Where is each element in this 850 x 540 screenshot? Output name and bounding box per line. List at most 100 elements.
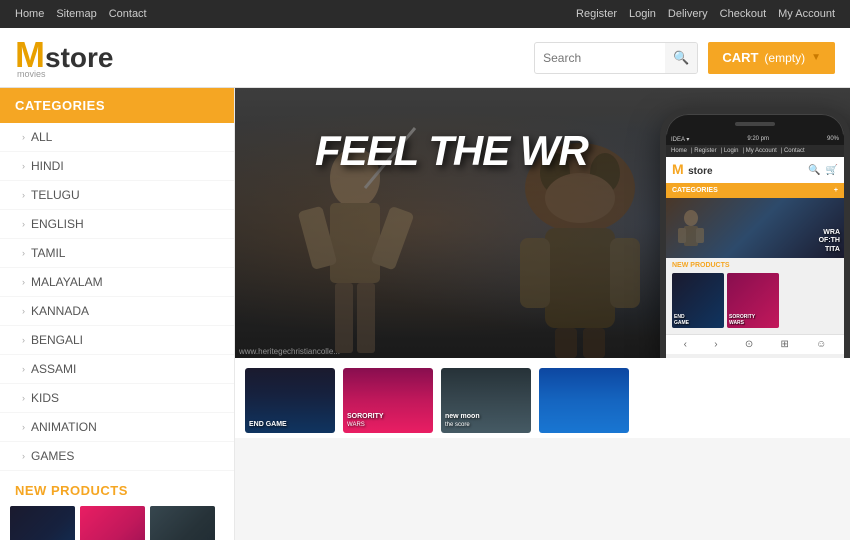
phone-time: 9:20 pm: [747, 136, 769, 143]
phone-categories-bar: CATEGORIES +: [666, 183, 844, 198]
phone-new-products-label: NEW PRODUCTS: [666, 258, 844, 273]
category-english[interactable]: › ENGLISH: [0, 210, 234, 239]
product-thumb-1[interactable]: ENDGAME: [10, 506, 75, 540]
nav-sitemap[interactable]: Sitemap: [56, 8, 96, 20]
phone-header: M store 🔍 🛒: [666, 157, 844, 183]
category-label: TELUGU: [31, 188, 80, 202]
phone-bottom-nav: ‹ › ⊙ ⊞ ☺: [666, 334, 844, 354]
chevron-right-icon: ›: [22, 306, 25, 316]
phone-grid-icon[interactable]: ⊞: [780, 339, 788, 350]
phone-nav-myaccount: | My Account: [743, 148, 777, 154]
phone-carrier: IDEA ▾: [671, 136, 689, 143]
category-bengali[interactable]: › BENGALI: [0, 326, 234, 355]
top-nav-right: Register Login Delivery Checkout My Acco…: [576, 8, 835, 20]
phone-search-icon[interactable]: 🔍: [808, 165, 820, 176]
nav-delivery[interactable]: Delivery: [668, 8, 708, 20]
category-malayalam[interactable]: › MALAYALAM: [0, 268, 234, 297]
chevron-right-icon: ›: [22, 422, 25, 432]
category-animation[interactable]: › ANIMATION: [0, 413, 234, 442]
movie-poster-row: END GAME SORORITY WARS new moon the scor…: [245, 368, 840, 433]
nav-checkout[interactable]: Checkout: [720, 8, 766, 20]
phone-header-icons: 🔍 🛒: [808, 165, 838, 176]
chevron-right-icon: ›: [22, 248, 25, 258]
phone-logo-store: store: [688, 166, 712, 177]
category-label: KANNADA: [31, 304, 89, 318]
phone-logo: M store: [672, 161, 713, 179]
phone-categories-label: CATEGORIES: [672, 187, 718, 194]
phone-product-text-2: SORORITYWARS: [729, 315, 755, 326]
product-thumbnails: ENDGAME SORORITYWARS newmoon: [0, 506, 234, 540]
phone-battery: 90%: [827, 136, 839, 143]
chevron-right-icon: ›: [22, 451, 25, 461]
chevron-right-icon: ›: [22, 190, 25, 200]
phone-nav-contact: | Contact: [781, 148, 805, 154]
phone-product-2[interactable]: SORORITYWARS: [727, 273, 779, 328]
movie-title-3: new moon the score: [445, 413, 527, 429]
category-label: ASSAMI: [31, 362, 76, 376]
logo-subtitle: movies: [17, 69, 113, 79]
phone-user-icon[interactable]: ☺: [816, 339, 826, 350]
category-assami[interactable]: › ASSAMI: [0, 355, 234, 384]
category-label: KIDS: [31, 391, 59, 405]
chevron-right-icon: ›: [22, 161, 25, 171]
category-games[interactable]: › GAMES: [0, 442, 234, 471]
cart-button[interactable]: CART (empty) ▼: [708, 42, 835, 74]
category-all[interactable]: › ALL: [0, 123, 234, 152]
header-controls: 🔍 CART (empty) ▼: [534, 42, 835, 74]
category-label: HINDI: [31, 159, 64, 173]
phone-product-row: ENDGAME SORORITYWARS: [666, 273, 844, 328]
search-box[interactable]: 🔍: [534, 42, 698, 74]
nav-login[interactable]: Login: [629, 8, 656, 20]
site-header: M store movies 🔍 CART (empty) ▼: [0, 28, 850, 88]
categories-header: CATEGORIES: [0, 88, 234, 123]
category-telugu[interactable]: › TELUGU: [0, 181, 234, 210]
nav-home[interactable]: Home: [15, 8, 44, 20]
cart-status: (empty): [764, 51, 805, 65]
search-button[interactable]: 🔍: [665, 43, 697, 73]
phone-next-icon[interactable]: ›: [714, 339, 717, 350]
category-label: MALAYALAM: [31, 275, 103, 289]
category-tamil[interactable]: › TAMIL: [0, 239, 234, 268]
movie-poster-3[interactable]: new moon the score: [441, 368, 531, 433]
category-kannada[interactable]: › KANNADA: [0, 297, 234, 326]
cart-dropdown-arrow: ▼: [811, 52, 821, 63]
product-thumb-2[interactable]: SORORITYWARS: [80, 506, 145, 540]
movie-title-2: SORORITY WARS: [347, 413, 429, 429]
nav-register[interactable]: Register: [576, 8, 617, 20]
phone-prev-icon[interactable]: ‹: [684, 339, 687, 350]
movie-poster-1[interactable]: END GAME: [245, 368, 335, 433]
main-content: CATEGORIES › ALL › HINDI › TELUGU › ENGL…: [0, 88, 850, 540]
bottom-products: END GAME SORORITY WARS new moon the scor…: [235, 358, 850, 438]
phone-cart-icon[interactable]: 🛒: [826, 165, 838, 176]
product-thumb-3[interactable]: newmoon: [150, 506, 215, 540]
search-input[interactable]: [535, 51, 665, 65]
movie-poster-4[interactable]: [539, 368, 629, 433]
chevron-right-icon: ›: [22, 393, 25, 403]
hero-banner: FEEL THE WR WRA OF·TH TITA www.heritegec…: [235, 88, 850, 358]
phone-nav: Home | Register | Login | My Account | C…: [666, 145, 844, 157]
top-nav-left: Home Sitemap Contact: [15, 8, 147, 20]
phone-categories-toggle[interactable]: +: [834, 187, 838, 194]
top-navigation: Home Sitemap Contact Register Login Deli…: [0, 0, 850, 28]
category-hindi[interactable]: › HINDI: [0, 152, 234, 181]
movie-poster-2[interactable]: SORORITY WARS: [343, 368, 433, 433]
nav-contact[interactable]: Contact: [109, 8, 147, 20]
cart-label: CART: [722, 50, 758, 65]
phone-product-text-1: ENDGAME: [674, 315, 689, 326]
phone-banner-text: WRA OF:TH TITA: [819, 229, 840, 254]
phone-frame: IDEA ▾ 9:20 pm 90% Home | Register | Log…: [660, 108, 850, 358]
banner-title-top: FEEL THE WR: [315, 128, 588, 174]
sidebar: CATEGORIES › ALL › HINDI › TELUGU › ENGL…: [0, 88, 235, 540]
category-label: ANIMATION: [31, 420, 97, 434]
chevron-right-icon: ›: [22, 277, 25, 287]
category-kids[interactable]: › KIDS: [0, 384, 234, 413]
phone-product-1[interactable]: ENDGAME: [672, 273, 724, 328]
phone-mockup: IDEA ▾ 9:20 pm 90% Home | Register | Log…: [660, 108, 850, 358]
phone-banner: WRA OF:TH TITA: [666, 198, 844, 258]
phone-nav-login: | Login: [721, 148, 739, 154]
nav-myaccount[interactable]: My Account: [778, 8, 835, 20]
phone-home-icon[interactable]: ⊙: [745, 339, 753, 350]
new-products-label: NEW PRODUCTS: [0, 471, 234, 506]
phone-status-bar: IDEA ▾ 9:20 pm 90%: [666, 134, 844, 145]
content-area: FEEL THE WR WRA OF·TH TITA www.heritegec…: [235, 88, 850, 540]
